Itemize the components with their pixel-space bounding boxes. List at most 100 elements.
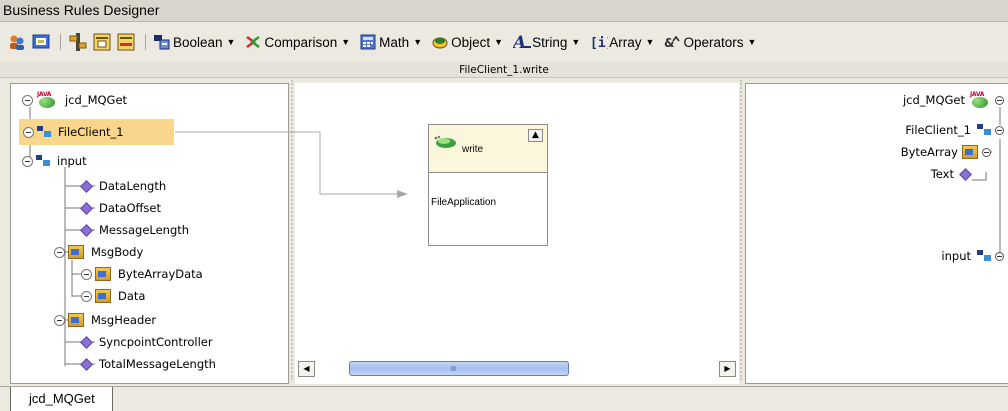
object-menu[interactable]: Object ▼	[432, 34, 503, 50]
field-icon	[959, 167, 972, 181]
boolean-menu-label: Boolean	[173, 34, 223, 50]
math-menu-label: Math	[379, 34, 410, 50]
operators-menu[interactable]: & Operators ▼	[664, 34, 756, 51]
splitter-handle[interactable]	[291, 80, 293, 380]
tree-node-label: jcd_MQGet	[902, 93, 965, 107]
string-menu[interactable]: A String ▼	[511, 33, 581, 53]
bottom-tab-bar: jcd_MQGet	[0, 386, 1008, 411]
tree-node-label: ByteArrayData	[118, 267, 203, 281]
tree-node-msgbody[interactable]: MsgBody	[54, 243, 146, 261]
field-icon	[80, 179, 93, 193]
target-node-input[interactable]: input	[780, 247, 1004, 265]
expand-collapse-icon[interactable]	[22, 94, 33, 106]
object-icon	[432, 34, 448, 50]
chevron-down-icon: ▼	[571, 37, 581, 47]
toolbar: Boolean ▼ Comparison ▼ Math ▼ Object ▼ A Str…	[0, 22, 1008, 62]
string-menu-label: String	[532, 34, 568, 50]
connector-pin-icon[interactable]	[995, 251, 1004, 261]
tree-node-label: Text	[930, 167, 954, 181]
tree-node-field[interactable]: DataLength	[80, 177, 169, 195]
method-box-header[interactable]: write ▲	[429, 125, 547, 173]
users-icon[interactable]	[8, 33, 26, 51]
java-icon: JAVA	[969, 91, 991, 109]
object-menu-label: Object	[451, 34, 491, 50]
expand-collapse-icon[interactable]	[54, 314, 65, 326]
tree-node-label: Data	[118, 289, 146, 303]
toolbar-separator	[60, 34, 61, 50]
svg-text:&: &	[664, 36, 674, 50]
tree-node-field[interactable]: TotalMessageLength	[80, 355, 219, 373]
connector-pin-icon[interactable]	[995, 95, 1004, 105]
tree-node-field[interactable]: SyncpointController	[80, 333, 216, 351]
tree-node-label: DataOffset	[99, 201, 162, 215]
scroll-right-button[interactable]: ▶	[719, 361, 736, 377]
chevron-down-icon: ▼	[494, 37, 504, 47]
field-icon	[80, 357, 93, 371]
field-icon	[80, 201, 93, 215]
collapse-button[interactable]: ▲	[528, 129, 543, 142]
tree-node-label: ByteArray	[900, 145, 958, 159]
window-stack-icon[interactable]	[117, 33, 135, 51]
tree-node-label: input	[57, 154, 87, 168]
array-icon: [i]	[590, 34, 613, 51]
target-node-root[interactable]: jcd_MQGet JAVA	[780, 91, 1004, 109]
target-node-text[interactable]: Text	[780, 165, 972, 183]
tree-node-bytearraydata[interactable]: ByteArrayData	[81, 265, 206, 283]
array-menu[interactable]: [i] Array▼	[590, 34, 654, 52]
tab-jcd-mqget[interactable]: jcd_MQGet	[10, 387, 113, 411]
method-box-title: write	[462, 144, 484, 155]
window-title: Business Rules Designer	[0, 0, 1008, 22]
expand-collapse-icon[interactable]	[81, 268, 92, 280]
tree-node-label: SyncpointController	[99, 335, 213, 349]
object-class-icon	[95, 289, 111, 303]
math-menu[interactable]: Math ▼	[360, 34, 422, 50]
field-icon	[80, 335, 93, 349]
tree-node-label: FileClient_1	[58, 125, 124, 139]
comparison-icon	[245, 34, 261, 50]
tree-node-label: DataLength	[99, 179, 167, 193]
expand-collapse-icon[interactable]	[81, 290, 92, 302]
tree-node-input[interactable]: input	[22, 152, 90, 170]
tree-node-label: MessageLength	[99, 223, 190, 237]
tree-node-root[interactable]: JAVA jcd_MQGet	[22, 91, 130, 109]
operators-menu-label: Operators	[683, 34, 744, 50]
window-icon[interactable]	[32, 33, 50, 51]
boolean-menu[interactable]: Boolean ▼	[154, 34, 235, 50]
expand-collapse-icon[interactable]	[23, 126, 34, 138]
horizontal-scrollbar-thumb[interactable]	[349, 361, 569, 376]
tree-node-label: jcd_MQGet	[65, 93, 128, 107]
struct-icon	[977, 250, 991, 262]
method-icon	[433, 135, 457, 152]
comparison-menu-label: Comparison	[264, 34, 338, 50]
connector-pin-icon[interactable]	[995, 125, 1004, 135]
target-node-bytearray[interactable]: ByteArray	[780, 143, 991, 161]
svg-text:[i]: [i]	[590, 36, 608, 50]
chevron-down-icon: ▼	[226, 37, 236, 47]
target-node-fileclient[interactable]: FileClient_1	[780, 121, 1004, 139]
scroll-left-button[interactable]: ◀	[298, 361, 315, 377]
object-class-icon	[95, 267, 111, 281]
tree-node-field[interactable]: MessageLength	[80, 221, 192, 239]
expand-collapse-icon[interactable]	[54, 246, 65, 258]
tree-node-label: FileClient_1	[905, 123, 971, 137]
comparison-menu[interactable]: Comparison ▼	[245, 34, 350, 50]
boolean-icon	[154, 34, 170, 50]
chevron-down-icon: ▼	[341, 37, 351, 47]
canvas-title: FileClient_1.write	[0, 62, 1008, 78]
layout-tree-icon[interactable]	[69, 33, 87, 51]
splitter-handle[interactable]	[740, 80, 742, 380]
tree-node-msgheader[interactable]: MsgHeader	[54, 311, 159, 329]
method-parameter[interactable]: FileApplication	[431, 197, 496, 208]
tree-node-fileclient[interactable]: FileClient_1	[19, 119, 174, 145]
struct-icon	[37, 126, 51, 138]
tree-node-data[interactable]: Data	[81, 287, 148, 305]
struct-icon	[36, 155, 50, 167]
tree-node-field[interactable]: DataOffset	[80, 199, 164, 217]
tree-node-label: TotalMessageLength	[99, 357, 216, 371]
field-icon	[80, 223, 93, 237]
tree-node-label: MsgBody	[91, 245, 144, 259]
connector-pin-icon[interactable]	[982, 147, 991, 157]
expand-collapse-icon[interactable]	[22, 155, 33, 167]
window-arrange-icon[interactable]	[93, 33, 111, 51]
method-box-write[interactable]: write ▲ FileApplication	[428, 124, 548, 246]
